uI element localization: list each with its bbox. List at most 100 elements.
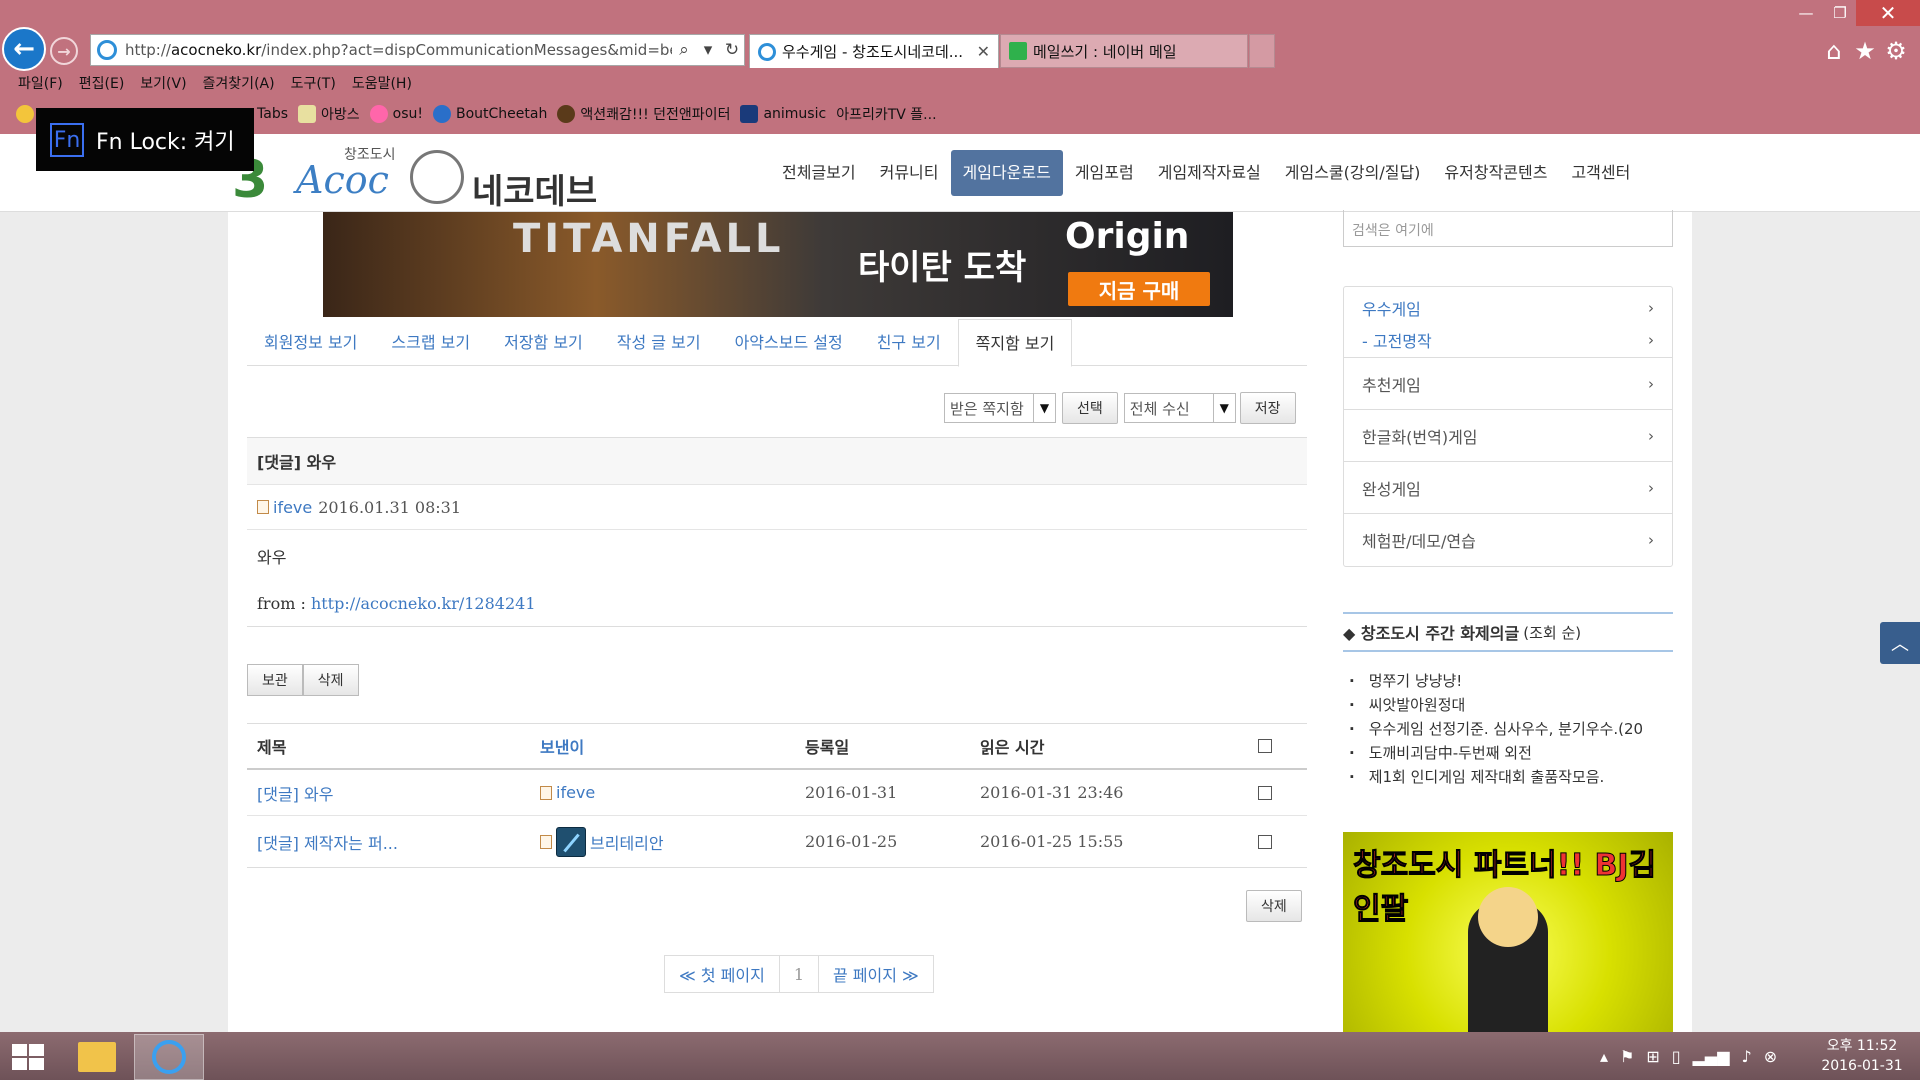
nav-game-forum[interactable]: 게임포럼 <box>1063 150 1146 196</box>
receive-filter-select[interactable]: 전체 수신 ▼ <box>1123 393 1236 423</box>
message-sender[interactable]: ifeve <box>273 498 312 517</box>
from-link[interactable]: http://acocneko.kr/1284241 <box>311 594 536 613</box>
tab-ajax-board[interactable]: 아약스보드 설정 <box>718 319 860 366</box>
fav-abangs[interactable]: 아방스 <box>298 104 360 124</box>
side-item-best-games[interactable]: 우수게임 › <box>1344 287 1672 322</box>
delete-selected-button[interactable]: 삭제 <box>1246 890 1302 922</box>
cat-logo-icon <box>410 150 464 204</box>
windows-icon[interactable]: ⊞ <box>1646 1047 1659 1066</box>
first-page-link[interactable]: ≪ 첫 페이지 <box>665 956 779 992</box>
nav-all-posts[interactable]: 전체글보기 <box>770 150 868 196</box>
row-title[interactable]: [댓글] 제작자는 퍼... <box>247 830 540 854</box>
row-sender[interactable]: ifeve <box>540 783 805 802</box>
fav-boutcheetah[interactable]: BoutCheetah <box>433 105 547 123</box>
menu-view[interactable]: 보기(V) <box>140 73 186 93</box>
site-logo[interactable]: 3 창조도시 Acoc 네코데브 <box>232 144 622 212</box>
side-item-classics[interactable]: - 고전명작 › <box>1344 322 1672 358</box>
last-page-link[interactable]: 끝 페이지 ≫ <box>819 956 933 992</box>
fav-dnf[interactable]: 액션쾌감!!! 던전앤파이터 <box>557 104 730 124</box>
side-item-translated[interactable]: 한글화(번역)게임 › <box>1344 410 1672 462</box>
list-item[interactable]: 제1회 인디게임 제작대회 출품작모음. <box>1349 766 1673 790</box>
list-item[interactable]: 씨앗발아원정대 <box>1349 694 1673 718</box>
tab-friends[interactable]: 친구 보기 <box>860 319 958 366</box>
save-button[interactable]: 저장 <box>1239 392 1296 424</box>
menu-file[interactable]: 파일(F) <box>18 73 63 93</box>
message-title: [댓글] 와우 <box>247 437 1307 485</box>
restore-button[interactable]: ❐ <box>1822 0 1858 26</box>
clock-time: 오후 11:52 <box>1826 1038 1898 1054</box>
nav-dev-resources[interactable]: 게임제작자료실 <box>1146 150 1273 196</box>
nav-community[interactable]: 커뮤니티 <box>868 150 951 196</box>
fav-tabs[interactable]: Tabs <box>257 106 288 122</box>
list-item[interactable]: 멍쭈기 냥냥냥! <box>1349 670 1673 694</box>
favorites-star-icon[interactable]: ★ <box>1850 36 1880 66</box>
scroll-top-button[interactable]: ︿ <box>1880 622 1920 664</box>
select-button[interactable]: 선택 <box>1062 392 1118 424</box>
message-box-select[interactable]: 받은 쪽지함 ▼ <box>944 393 1056 423</box>
refresh-icon[interactable]: ↻ <box>720 40 744 60</box>
list-item[interactable]: 우수게임 선정기준. 심사우수, 분기우수.(20 <box>1349 718 1673 742</box>
select-all-checkbox[interactable] <box>1258 739 1272 753</box>
network-icon[interactable]: ▂▄▆ <box>1693 1047 1730 1066</box>
address-bar[interactable]: http://acocneko.kr/index.php?act=dispCom… <box>90 34 745 66</box>
close-tab-icon[interactable]: ✕ <box>977 42 990 61</box>
tab-naver-mail[interactable]: 메일쓰기 : 네이버 메일 <box>1000 34 1248 68</box>
fav-afreecatv[interactable]: 아프리카TV 플... <box>836 104 936 124</box>
address-url[interactable]: http://acocneko.kr/index.php?act=dispCom… <box>125 41 672 59</box>
file-explorer-icon[interactable] <box>62 1034 132 1080</box>
back-button[interactable]: ← <box>2 27 46 71</box>
nav-game-school[interactable]: 게임스쿨(강의/질답) <box>1273 150 1433 196</box>
start-windows-icon[interactable] <box>12 1044 46 1072</box>
row-checkbox[interactable] <box>1258 785 1272 800</box>
list-item[interactable]: 도깨비괴담中-두번째 외전 <box>1349 742 1673 766</box>
close-window-button[interactable]: ✕ <box>1856 0 1920 26</box>
tab-saved[interactable]: 저장함 보기 <box>487 319 600 366</box>
new-tab-button[interactable] <box>1249 34 1275 68</box>
fav-osu[interactable]: osu! <box>369 105 423 123</box>
row-date: 2016-01-31 <box>805 783 898 802</box>
tab-my-posts[interactable]: 작성 글 보기 <box>600 319 718 366</box>
close-circle-icon[interactable]: ⊗ <box>1764 1047 1777 1066</box>
row-checkbox[interactable] <box>1258 834 1272 849</box>
row-sender[interactable]: 브리테리안 <box>540 826 805 857</box>
row-title[interactable]: [댓글] 와우 <box>247 781 540 805</box>
tab-label: 메일쓰기 : 네이버 메일 <box>1033 42 1177 61</box>
nav-customer-center[interactable]: 고객센터 <box>1559 150 1642 196</box>
side-item-complete[interactable]: 완성게임 › <box>1344 462 1672 514</box>
forward-button[interactable]: → <box>50 37 78 65</box>
flag-icon[interactable]: ⚑ <box>1620 1047 1634 1066</box>
buy-now-button[interactable]: 지금 구매 <box>1068 272 1210 306</box>
taskbar-clock[interactable]: 오후 11:52 2016-01-31 <box>1812 1036 1912 1076</box>
minimize-button[interactable]: — <box>1788 0 1824 26</box>
dropdown-icon[interactable]: ▾ <box>696 40 720 60</box>
tab-scrap[interactable]: 스크랩 보기 <box>374 319 487 366</box>
internet-explorer-icon[interactable] <box>134 1034 204 1080</box>
menu-tools[interactable]: 도구(T) <box>291 73 336 93</box>
volume-icon[interactable]: ♪ <box>1742 1047 1752 1066</box>
bj-partner-banner[interactable]: 창조도시 파트너!! BJ김인팔 <box>1343 832 1673 1032</box>
page-number[interactable]: 1 <box>778 956 819 992</box>
titanfall-ad-banner[interactable]: TITANFALL 타이탄 도착 Origin 지금 구매 <box>323 212 1233 317</box>
tab-messages[interactable]: 쪽지함 보기 <box>957 319 1073 367</box>
battery-icon[interactable]: ▯ <box>1672 1047 1681 1066</box>
menu-help[interactable]: 도움말(H) <box>352 73 412 93</box>
fav-animusic[interactable]: animusic <box>740 105 826 123</box>
delete-message-button[interactable]: 삭제 <box>302 664 359 696</box>
side-item-demo[interactable]: 체험판/데모/연습 › <box>1344 514 1672 566</box>
tab-bestgame[interactable]: 우수게임 - 창조도시네코데... ✕ <box>749 34 999 68</box>
search-input[interactable]: 검색은 여기에 <box>1343 210 1673 247</box>
nav-user-content[interactable]: 유저창작콘텐츠 <box>1432 150 1559 196</box>
menu-favorites[interactable]: 즐겨찾기(A) <box>203 73 275 93</box>
side-item-recommended[interactable]: 추천게임 › <box>1344 358 1672 410</box>
home-icon[interactable]: ⌂ <box>1819 36 1849 66</box>
row-read-time: 2016-01-31 23:46 <box>980 783 1124 802</box>
nav-game-download[interactable]: 게임다운로드 <box>950 150 1063 196</box>
main-nav: 전체글보기 커뮤니티 게임다운로드 게임포럼 게임제작자료실 게임스쿨(강의/질… <box>770 150 1642 196</box>
gear-icon[interactable]: ⚙ <box>1881 36 1911 66</box>
menu-edit[interactable]: 편집(E) <box>79 73 125 93</box>
level-icon <box>257 500 269 514</box>
keep-button[interactable]: 보관 <box>247 664 303 696</box>
tray-expand-icon[interactable]: ▴ <box>1600 1047 1608 1066</box>
search-icon[interactable]: ⌕ <box>672 40 696 60</box>
tab-member-info[interactable]: 회원정보 보기 <box>247 319 374 366</box>
